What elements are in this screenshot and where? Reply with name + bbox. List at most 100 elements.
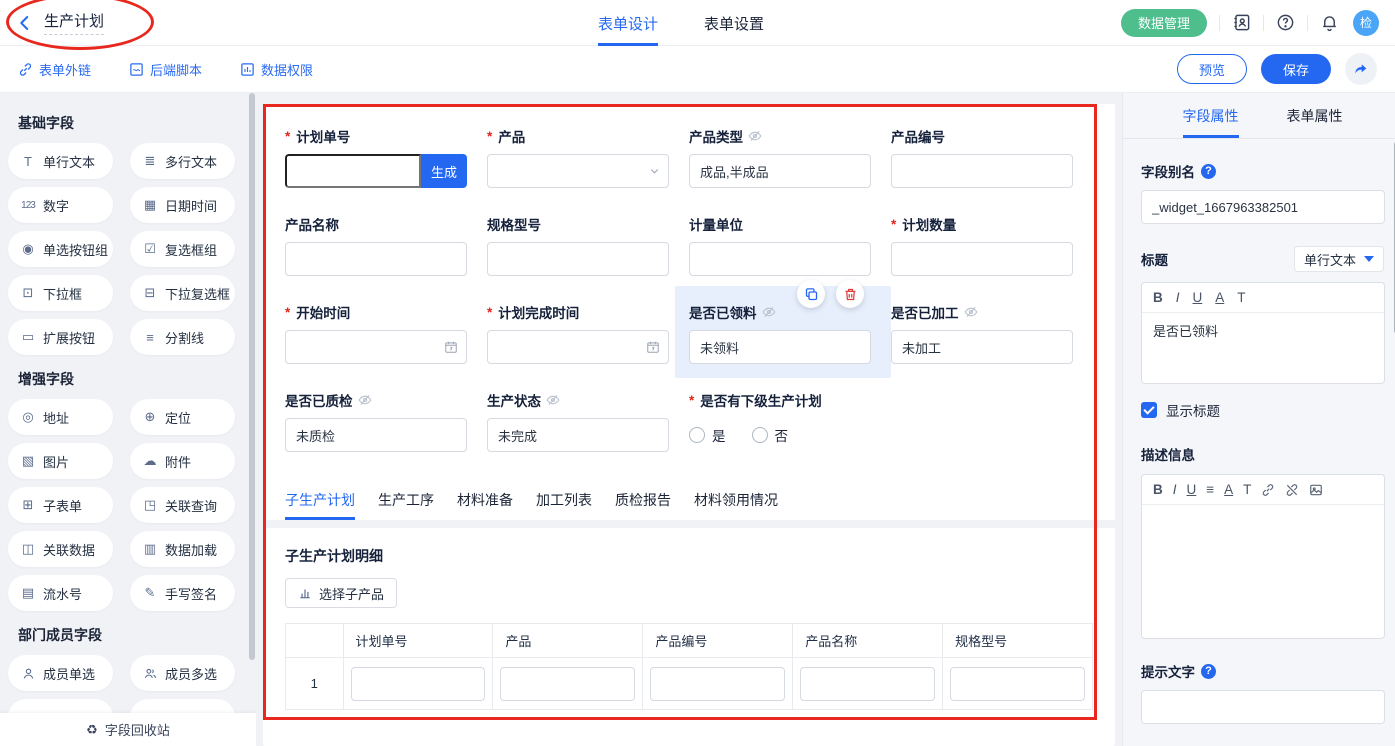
plan-quantity-input[interactable] (891, 242, 1073, 276)
data-manage-button[interactable]: 数据管理 (1121, 9, 1207, 37)
field-item-number[interactable]: 123数字 (8, 187, 113, 223)
field-item-divider[interactable]: ≡分割线 (130, 319, 235, 355)
field-alias-input[interactable] (1141, 190, 1385, 224)
field-item-dropdown[interactable]: ⊡下拉框 (8, 275, 113, 311)
radio-icon[interactable] (689, 427, 705, 443)
tab-quality-report[interactable]: 质检报告 (615, 480, 671, 520)
field-item-checkbox-group[interactable]: ☑复选框组 (130, 231, 235, 267)
field-item-member-multi[interactable]: 成员多选 (130, 655, 235, 691)
tab-form-settings[interactable]: 表单设置 (704, 0, 764, 46)
show-title-checkbox-row[interactable]: 显示标题 (1141, 400, 1384, 420)
field-item-signature[interactable]: ✎手写签名 (130, 575, 235, 611)
field-item-radio-group[interactable]: ◉单选按钮组 (8, 231, 113, 267)
field-item-linked-data[interactable]: ◫关联数据 (8, 531, 113, 567)
radio-option-no[interactable]: 否 (752, 425, 789, 445)
field-recycle-bin[interactable]: ♻ 字段回收站 (0, 713, 256, 746)
font-size-button[interactable]: T (1237, 290, 1245, 305)
delete-field-button[interactable] (836, 280, 864, 308)
radio-option-yes[interactable]: 是 (689, 425, 726, 445)
page-title[interactable]: 生产计划 (44, 10, 104, 35)
tab-production-process[interactable]: 生产工序 (378, 480, 434, 520)
cell-input[interactable] (500, 667, 635, 701)
field-item-datetime[interactable]: ▦日期时间 (130, 187, 235, 223)
field-item-multi-text[interactable]: ≣多行文本 (130, 143, 235, 179)
font-color-button[interactable]: A (1215, 290, 1224, 305)
sidebar-item-partial[interactable] (130, 699, 235, 713)
field-item-multi-dropdown[interactable]: ⊟下拉复选框 (130, 275, 235, 311)
back-icon[interactable] (16, 14, 34, 32)
generate-button[interactable]: 生成 (421, 154, 467, 188)
select-sub-product-button[interactable]: 选择子产品 (285, 578, 397, 608)
field-production-status[interactable]: 生产状态 (487, 390, 689, 452)
tab-material-usage[interactable]: 材料领用情况 (694, 480, 778, 520)
unit-input[interactable] (689, 242, 871, 276)
sidebar-scrollbar[interactable] (249, 93, 255, 713)
production-status-input[interactable] (487, 418, 669, 452)
field-item-attachment[interactable]: ☁附件 (130, 443, 235, 479)
font-color-button[interactable]: A (1224, 482, 1233, 497)
preview-button[interactable]: 预览 (1177, 54, 1247, 84)
field-item-extend-button[interactable]: ▭扩展按钮 (8, 319, 113, 355)
tab-form-properties[interactable]: 表单属性 (1287, 93, 1343, 138)
tab-sub-production-plan[interactable]: 子生产计划 (285, 480, 355, 520)
field-item-member-single[interactable]: 成员单选 (8, 655, 113, 691)
bold-button[interactable]: B (1153, 482, 1163, 497)
product-code-input[interactable] (891, 154, 1073, 188)
title-type-select[interactable]: 单行文本 (1294, 246, 1384, 272)
field-item-location[interactable]: ⊕定位 (130, 399, 235, 435)
font-size-button[interactable]: T (1243, 482, 1251, 497)
field-material-issued[interactable]: 是否已领料 (675, 286, 891, 378)
radio-icon[interactable] (752, 427, 768, 443)
field-item-serial-number[interactable]: ▤流水号 (8, 575, 113, 611)
plan-number-input[interactable] (285, 154, 421, 188)
description-editor-content[interactable] (1142, 505, 1384, 638)
field-item-linked-query[interactable]: ◳关联查询 (130, 487, 235, 523)
link-icon[interactable] (1261, 483, 1275, 497)
cell-input[interactable] (950, 667, 1085, 701)
underline-button[interactable]: U (1193, 290, 1203, 305)
hint-text-input[interactable] (1141, 690, 1385, 724)
field-item-image[interactable]: ▧图片 (8, 443, 113, 479)
tab-processing-list[interactable]: 加工列表 (536, 480, 592, 520)
field-start-time[interactable]: *开始时间 (285, 302, 487, 364)
field-plan-finish-time[interactable]: *计划完成时间 (487, 302, 689, 364)
field-product-code[interactable]: 产品编号 (891, 126, 1093, 188)
field-item-data-load[interactable]: ▥数据加载 (130, 531, 235, 567)
bold-button[interactable]: B (1153, 290, 1163, 305)
title-editor-content[interactable]: 是否已领料 (1142, 313, 1384, 383)
backend-script-item[interactable]: 后端脚本 (129, 60, 202, 79)
tab-form-design[interactable]: 表单设计 (598, 0, 658, 46)
field-plan-number[interactable]: *计划单号 生成 (285, 126, 487, 188)
external-link-item[interactable]: 表单外链 (18, 60, 91, 79)
avatar[interactable]: 检 (1353, 10, 1379, 36)
question-icon[interactable] (1276, 13, 1295, 32)
unlink-icon[interactable] (1285, 483, 1299, 497)
checkbox-checked-icon[interactable] (1141, 402, 1157, 418)
help-icon[interactable]: ? (1201, 664, 1216, 679)
share-button[interactable] (1345, 53, 1377, 85)
bell-icon[interactable] (1320, 13, 1339, 32)
spec-model-input[interactable] (487, 242, 669, 276)
field-processed[interactable]: 是否已加工 (891, 302, 1093, 364)
field-item-address[interactable]: ◎地址 (8, 399, 113, 435)
tab-field-properties[interactable]: 字段属性 (1183, 93, 1239, 138)
field-item-single-text[interactable]: T单行文本 (8, 143, 113, 179)
field-product-name[interactable]: 产品名称 (285, 214, 487, 276)
field-item-subform[interactable]: ⊞子表单 (8, 487, 113, 523)
data-permission-item[interactable]: 数据权限 (240, 60, 313, 79)
material-issued-input[interactable] (689, 330, 871, 364)
processed-input[interactable] (891, 330, 1073, 364)
copy-field-button[interactable] (797, 280, 825, 308)
tab-material-preparation[interactable]: 材料准备 (457, 480, 513, 520)
product-type-input[interactable] (689, 154, 871, 188)
cell-input[interactable] (650, 667, 785, 701)
italic-button[interactable]: I (1173, 482, 1177, 497)
field-product-type[interactable]: 产品类型 (689, 126, 891, 188)
field-quality-checked[interactable]: 是否已质检 (285, 390, 487, 452)
underline-button[interactable]: U (1187, 482, 1197, 497)
sidebar-item-partial[interactable] (8, 699, 113, 713)
italic-button[interactable]: I (1176, 290, 1180, 305)
plan-finish-time-input[interactable] (487, 330, 669, 364)
start-time-input[interactable] (285, 330, 467, 364)
help-icon[interactable]: ? (1201, 164, 1216, 179)
